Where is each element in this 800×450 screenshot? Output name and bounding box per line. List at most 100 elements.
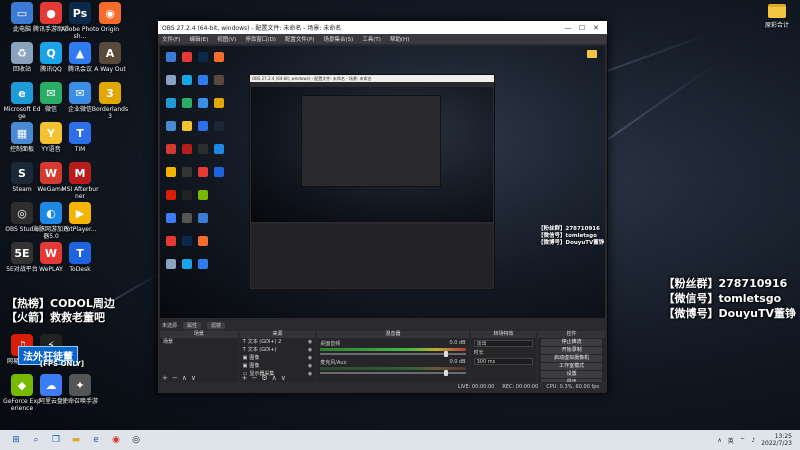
scenes-footer[interactable]: +−∧∨ [162,374,200,382]
news-overlay: 【热榜】CODOL周边 【火箭】救救老董吧 [6,297,115,325]
preview-social-line: 【微信号】tomletsgo [538,233,597,239]
duration-input[interactable]: 300 ms [473,358,534,365]
clock[interactable]: 13:25 2022/7/23 [761,433,792,447]
menu-item[interactable]: 文件(F) [162,35,180,43]
desktop-icon-label: A Way Out [94,66,126,73]
no-source-label: 未选源 [162,322,178,329]
filters-button[interactable]: 滤镜 [207,321,226,329]
control-button[interactable]: 工作室模式 [541,363,602,370]
close-icon[interactable]: ✕ [589,24,603,32]
search-icon[interactable]: ⌕ [30,434,42,446]
obs-icon[interactable]: ◎ [130,434,142,446]
preview-mini-icon [166,121,176,131]
folder-icon [768,4,786,18]
visibility-icon[interactable]: ◉ [308,338,312,346]
volume-slider[interactable] [320,351,466,357]
minimize-icon[interactable]: — [561,24,575,32]
network-icon[interactable]: ⌔ [740,436,746,444]
desktop-icon[interactable]: 3 Borderlands 3 [90,82,130,120]
sources-list: T 文本 (GDI+) 2 ◉ T 文本 (GDI+) ◉ ▣ 图像 ◉ ▣ 图像 ◉ ▭ 显示器采集 ◉ [240,338,316,378]
menu-item[interactable]: 场景集合(S) [323,35,353,43]
obs-menubar: 文件(F) 编辑(E) 视图(V) 停靠窗口(D) 配置文件(P) 场景集合(S) 工具(T… [158,34,607,44]
preview-mini-icon [198,190,208,200]
menu-item[interactable]: 配置文件(P) [285,35,315,43]
menu-item[interactable]: 停靠窗口(D) [245,35,276,43]
properties-button[interactable]: 属性 [183,321,202,329]
source-label: 文本 (GDI+) [247,347,277,353]
preview-mini-icon [198,213,208,223]
obs-preview[interactable]: OBS 27.2.4 (64-bit, windows) - 配置文件: 未命名… [160,46,605,318]
transitions-dock: 转场特效 淡出 时长 300 ms [470,331,537,383]
menu-item[interactable]: 帮助(H) [390,35,409,43]
language-indicator[interactable]: 英 [728,436,734,445]
visibility-icon[interactable]: ◉ [308,362,312,370]
source-label: 图像 [249,363,260,369]
scenes-header: 场景 [160,331,238,338]
task-view-icon[interactable]: ❐ [50,434,62,446]
menu-item[interactable]: 编辑(E) [189,35,208,43]
preview-mini-icon [198,52,208,62]
source-item[interactable]: T 文本 (GDI+) 2 ◉ [240,338,316,346]
preview-mini-icon [214,75,224,85]
preview-mini-icon [182,236,192,246]
preview-mini-icon [214,167,224,177]
source-label: 图像 [249,355,260,361]
edge-icon[interactable]: e [90,434,102,446]
preview-mini-icon [166,144,176,154]
source-item[interactable]: T 文本 (GDI+) ◉ [240,346,316,354]
desktop-icon[interactable]: ▶ PotPlayer... [60,202,100,233]
preview-mini-icon [214,52,224,62]
transition-select[interactable]: 淡出 [473,340,534,347]
visibility-icon[interactable]: ◉ [308,354,312,362]
source-item[interactable]: ▣ 图像 ◉ [240,362,316,370]
sources-header: 来源 [239,331,316,338]
preview-mini-icon [182,121,192,131]
scenes-dock: 场景 场景 +−∧∨ [160,331,238,383]
preview-mini-icon [166,75,176,85]
mixer-channel: 桌面音频 0.0 dB [317,338,468,357]
desktop-folder[interactable]: 原彩合计 [762,4,792,29]
chrome-icon[interactable]: ◉ [110,434,122,446]
control-button[interactable]: 启动虚拟摄像机 [541,355,602,362]
obs-window[interactable]: OBS 27.2.4 (64-bit, windows) - 配置文件: 未命名… [157,20,608,394]
system-tray: ∧ 英 ⌔ ♪ 13:25 2022/7/23 [717,433,800,447]
obs-docks: 场景 场景 +−∧∨ 来源 T 文本 (GDI+) 2 ◉ T 文本 (GDI+) ◉ ▣ 图… [160,331,605,386]
start-icon[interactable]: ⊞ [10,434,22,446]
social-line: 【微信号】tomletsgo [663,292,782,305]
app-icon: ◉ [99,2,121,24]
app-icon: ☁ [40,374,62,396]
folder-icon[interactable]: ▬ [70,434,82,446]
control-button[interactable]: 停止推流 [541,339,602,346]
obs-titlebar[interactable]: OBS 27.2.4 (64-bit, windows) - 配置文件: 未命名… [158,21,607,34]
scene-item[interactable]: 场景 [160,338,238,346]
preview-mini-icon [166,190,176,200]
desktop-icon[interactable]: ✦ 使命召唤手游 [60,374,100,405]
sources-footer[interactable]: +−⚙∧∨ [242,374,290,382]
desktop-icon[interactable]: ◉ Origin [90,2,130,33]
volume-slider[interactable] [320,370,466,376]
menu-item[interactable]: 工具(T) [362,35,381,43]
control-button[interactable]: 开始录制 [541,347,602,354]
desktop-icon[interactable]: M MSI Afterburner [60,162,100,200]
preview-mini-icon [182,213,192,223]
control-button[interactable]: 设置 [541,371,602,378]
desktop-icon-label: Origin [100,26,120,33]
desktop-icon-label: TIM [74,146,86,153]
desktop-icon[interactable]: T TIM [60,122,100,153]
nested-obs-preview [251,87,493,222]
menu-item[interactable]: 视图(V) [217,35,236,43]
source-item[interactable]: ▣ 图像 ◉ [240,354,316,362]
visibility-icon[interactable]: ◉ [308,370,312,378]
app-icon: A [99,42,121,64]
desktop-icon[interactable]: A A Way Out [90,42,130,73]
social-line: 【微博号】DouyuTV董铮 [663,307,796,320]
app-icon: ● [40,2,62,24]
visibility-icon[interactable]: ◉ [308,346,312,354]
preview-mini-icon [214,121,224,131]
volume-icon[interactable]: ♪ [751,437,755,444]
news-line: 【热榜】CODOL周边 [6,297,115,310]
maximize-icon[interactable]: ☐ [575,24,589,32]
chevron-up-icon[interactable]: ∧ [717,437,721,444]
desktop-icon[interactable]: T ToDesk [60,242,100,273]
desktop-icon-label: ToDesk [69,266,91,273]
